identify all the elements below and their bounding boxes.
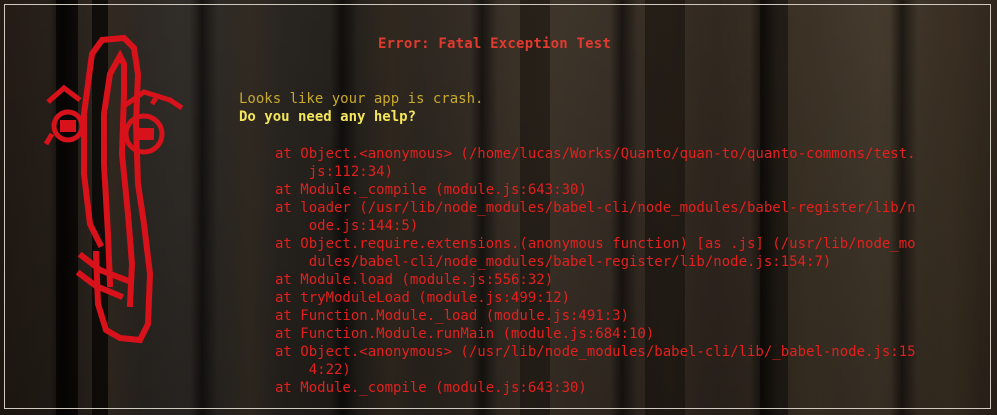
stack-line: js:112:34) [275, 164, 394, 180]
stack-line: at Module.load (module.js:556:32) [275, 272, 554, 288]
stack-line: at tryModuleLoad (module.js:499:12) [275, 290, 571, 306]
stack-line: at Object.<anonymous> (/usr/lib/node_mod… [275, 344, 916, 360]
stack-line: dules/babel-cli/node_modules/babel-regis… [275, 254, 832, 270]
stack-line: at Object.require.extensions.(anonymous … [275, 236, 916, 252]
crash-message: Looks like your app is crash. [239, 91, 484, 107]
stack-line: ode.js:144:5) [275, 218, 419, 234]
stack-line: at loader (/usr/lib/node_modules/babel-c… [275, 200, 916, 216]
stack-line: at Function.Module._load (module.js:491:… [275, 308, 630, 324]
help-prompt: Do you need any help? [239, 109, 417, 125]
stack-line: at Object.<anonymous> (/home/lucas/Works… [275, 146, 916, 162]
stack-trace: at Object.<anonymous> (/home/lucas/Works… [275, 145, 975, 397]
paperclip-mascot-icon [43, 34, 184, 344]
stack-line: 4:22) [275, 362, 351, 378]
stack-line: at Module._compile (module.js:643:30) [275, 380, 587, 396]
stack-line: at Module._compile (module.js:643:30) [275, 182, 587, 198]
stack-line: at Function.Module.runMain (module.js:68… [275, 326, 655, 342]
error-title: Error: Fatal Exception Test [378, 36, 611, 52]
